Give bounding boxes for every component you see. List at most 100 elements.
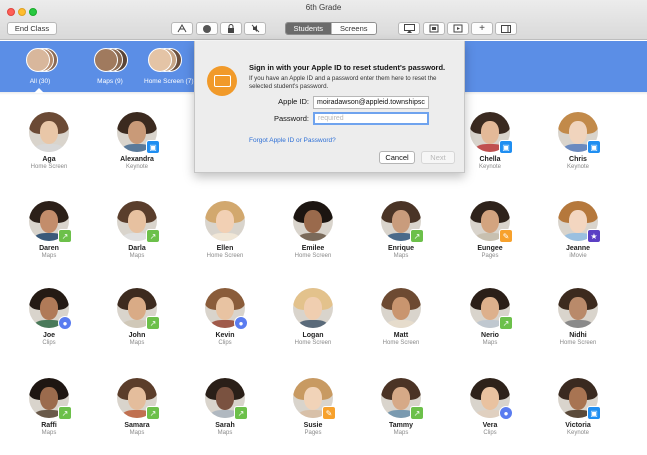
student-tile[interactable]: ↗ Tammy Maps bbox=[366, 378, 436, 436]
avatar-face bbox=[481, 210, 499, 233]
avatar: ↗ bbox=[381, 201, 424, 243]
add-icon[interactable]: + bbox=[471, 22, 493, 35]
avatar bbox=[29, 112, 69, 152]
maps-app-icon: ↗ bbox=[499, 316, 513, 330]
student-current-app: iMovie bbox=[569, 253, 587, 259]
compass-icon[interactable] bbox=[196, 22, 218, 35]
student-name: Susie bbox=[303, 422, 323, 429]
student-tile[interactable]: ↗ Raffi Maps bbox=[14, 378, 84, 436]
avatar-shirt bbox=[298, 233, 328, 241]
student-tile[interactable]: ● Kevin Clips bbox=[190, 288, 260, 346]
end-class-button[interactable]: End Class bbox=[7, 22, 57, 35]
student-tile[interactable]: Matt Home Screen bbox=[366, 288, 436, 346]
lock-icon-glyph bbox=[228, 24, 234, 33]
avatar-face bbox=[569, 210, 587, 233]
avatar-face bbox=[40, 121, 58, 144]
student-tile[interactable]: ▣ Chris Keynote bbox=[543, 112, 613, 170]
student-tile[interactable]: ✎ Eungee Pages bbox=[455, 201, 525, 259]
avatar-face bbox=[481, 121, 499, 144]
avatar-face bbox=[128, 210, 146, 233]
cancel-button[interactable]: Cancel bbox=[379, 151, 415, 164]
student-tile[interactable]: ↗ Nerio Maps bbox=[455, 288, 525, 346]
student-tile[interactable]: Nidhi Home Screen bbox=[543, 288, 613, 346]
student-current-app: Keynote bbox=[566, 430, 590, 436]
avatar bbox=[148, 48, 172, 72]
student-current-app: Home Screen bbox=[294, 340, 332, 346]
tab-students[interactable]: Students bbox=[286, 23, 331, 34]
mute-icon-glyph bbox=[251, 24, 259, 33]
avatar bbox=[26, 48, 50, 72]
navigate-icon[interactable] bbox=[447, 22, 469, 35]
avatar-photo bbox=[293, 201, 333, 241]
student-current-app: Home Screen bbox=[559, 340, 597, 346]
student-tile[interactable]: Ellen Home Screen bbox=[190, 201, 260, 259]
avatar-face bbox=[40, 210, 58, 233]
hide-screens-icon-glyph bbox=[429, 24, 439, 33]
student-name: Tammy bbox=[389, 422, 413, 429]
student-tile[interactable]: ↗ Enrique Maps bbox=[366, 201, 436, 259]
avatar: ● bbox=[470, 378, 513, 420]
hide-screens-icon[interactable] bbox=[423, 22, 445, 35]
group-home-screen[interactable]: Home Screen (7) bbox=[144, 48, 194, 85]
group-all[interactable]: All (30) bbox=[24, 48, 58, 85]
group-home-avatars bbox=[144, 48, 194, 76]
avatar: ↗ bbox=[117, 288, 160, 330]
student-tile[interactable]: ● Vera Clips bbox=[455, 378, 525, 436]
next-button[interactable]: Next bbox=[421, 151, 455, 164]
avatar-face bbox=[569, 387, 587, 410]
student-tile[interactable]: Aga Home Screen bbox=[14, 112, 84, 170]
forgot-apple-id-link[interactable]: Forgot Apple ID or Password? bbox=[249, 137, 336, 144]
student-name: Aga bbox=[42, 156, 56, 163]
student-tile[interactable]: ▣ Alexandra Keynote bbox=[102, 112, 172, 170]
airplay-icon[interactable] bbox=[398, 22, 420, 35]
student-tile[interactable]: Emilee Home Screen bbox=[278, 201, 348, 259]
avatar: ↗ bbox=[381, 378, 424, 420]
student-tile[interactable]: ▣ Victoria Keynote bbox=[543, 378, 613, 436]
apple-id-label: Apple ID: bbox=[278, 97, 309, 106]
password-field[interactable]: required bbox=[313, 112, 429, 125]
student-name: Ellen bbox=[216, 245, 234, 252]
student-current-app: Maps bbox=[393, 430, 409, 436]
student-current-app: Maps bbox=[129, 430, 145, 436]
student-current-app: Keynote bbox=[566, 164, 590, 170]
sign-in-sheet: Sign in with your Apple ID to reset stud… bbox=[194, 41, 465, 173]
student-tile[interactable]: ↗ Daren Maps bbox=[14, 201, 84, 259]
window-title: 6th Grade bbox=[305, 3, 342, 12]
student-name: John bbox=[128, 332, 146, 339]
avatar: ↗ bbox=[470, 288, 513, 330]
avatar: ↗ bbox=[117, 201, 160, 243]
avatar-face bbox=[392, 297, 410, 320]
student-tile[interactable]: Logan Home Screen bbox=[278, 288, 348, 346]
avatar: ↗ bbox=[29, 201, 72, 243]
avatar bbox=[293, 201, 333, 241]
apple-id-field[interactable]: moiradawson@appleid.townshipsc bbox=[313, 96, 429, 109]
student-current-app: Maps bbox=[129, 253, 145, 259]
student-tile[interactable]: ↗ John Maps bbox=[102, 288, 172, 346]
student-tile[interactable]: ↗ Darla Maps bbox=[102, 201, 172, 259]
student-name: Eungee bbox=[477, 245, 503, 252]
sidebar-icon[interactable] bbox=[495, 22, 517, 35]
student-tile[interactable]: ▣ Chella Keynote bbox=[455, 112, 525, 170]
student-name: Joe bbox=[42, 332, 56, 339]
group-label: All (30) bbox=[29, 78, 51, 85]
student-tile[interactable]: ● Joe Clips bbox=[14, 288, 84, 346]
group-maps[interactable]: Maps (9) bbox=[92, 48, 128, 85]
maps-app-icon: ↗ bbox=[234, 406, 248, 420]
avatar: ↗ bbox=[205, 378, 248, 420]
avatar: ↗ bbox=[29, 378, 72, 420]
student-tile[interactable]: ↗ Sarah Maps bbox=[190, 378, 260, 436]
password-label: Password: bbox=[273, 114, 309, 123]
avatar: ● bbox=[29, 288, 72, 330]
student-tile[interactable]: ★ Jeanne iMovie bbox=[543, 201, 613, 259]
avatar-face bbox=[40, 297, 58, 320]
student-tile[interactable]: ↗ Samara Maps bbox=[102, 378, 172, 436]
maps-app-icon: ↗ bbox=[146, 406, 160, 420]
student-tile[interactable]: ✎ Susie Pages bbox=[278, 378, 348, 436]
sheet-description: If you have an Apple ID and a password e… bbox=[249, 75, 437, 90]
avatar-face bbox=[481, 297, 499, 320]
tab-screens[interactable]: Screens bbox=[330, 23, 376, 34]
lock-icon[interactable] bbox=[220, 22, 242, 35]
mute-icon[interactable] bbox=[244, 22, 266, 35]
tools-icon[interactable] bbox=[171, 22, 193, 35]
avatar-photo bbox=[29, 112, 69, 152]
